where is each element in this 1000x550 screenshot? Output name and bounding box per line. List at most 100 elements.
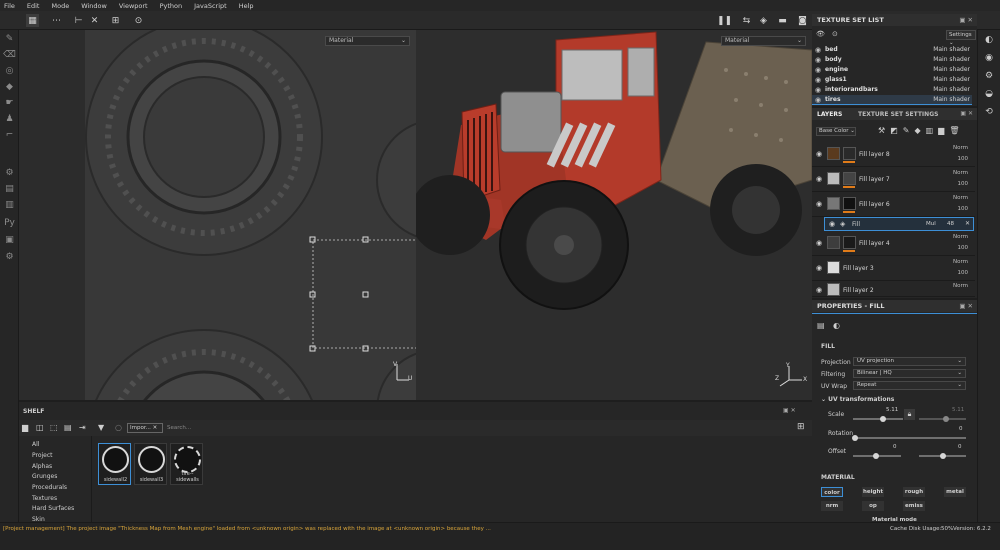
channel-rough-button[interactable]: rough bbox=[903, 487, 925, 497]
wand-icon[interactable]: ✕ bbox=[88, 14, 101, 27]
texture-set-row[interactable]: ◉ glass1 Main shader bbox=[812, 75, 972, 85]
layer-blend-mode[interactable]: Norm bbox=[953, 234, 968, 240]
uvwrap-select[interactable]: Repeat ⌄ bbox=[853, 381, 966, 390]
shelf-category-procedurals[interactable]: Procedurals bbox=[32, 484, 67, 491]
eye-icon[interactable]: ◉ bbox=[816, 239, 822, 247]
add-layer-icon[interactable]: ▥ bbox=[926, 126, 939, 135]
shelf-category-project[interactable]: Project bbox=[32, 452, 53, 459]
document-icon[interactable]: ▣ bbox=[3, 233, 16, 246]
shelf-item[interactable]: sidewall2 bbox=[98, 443, 131, 485]
grid-view-icon[interactable]: ⊞ bbox=[797, 422, 805, 432]
history-icon[interactable]: ⟲ bbox=[983, 107, 995, 119]
viewport-2d[interactable]: Material ⌄ V U bbox=[19, 30, 416, 400]
layer-name[interactable]: Fill layer 8 bbox=[859, 151, 890, 158]
layers-icon[interactable]: ◉ bbox=[983, 53, 995, 65]
layer-opacity[interactable]: 48 bbox=[947, 221, 954, 227]
eye-icon[interactable]: ◉ bbox=[815, 75, 821, 85]
cube-icon[interactable]: ◈ bbox=[757, 14, 770, 27]
eye-icon[interactable]: 👁︎ bbox=[816, 30, 825, 38]
shelf-category-all[interactable]: All bbox=[32, 441, 39, 448]
eye-icon[interactable]: ◉ bbox=[816, 286, 822, 294]
eye-icon[interactable]: ◉ bbox=[816, 264, 822, 272]
color-picker-icon[interactable]: ⌐ bbox=[3, 128, 16, 141]
texture-set-settings-button[interactable]: Settings ⌄ bbox=[946, 30, 976, 46]
eye-icon[interactable]: ◉ bbox=[815, 45, 821, 55]
eye-icon[interactable]: ◉ bbox=[816, 175, 822, 183]
layer-row[interactable]: ◉ Fill layer 8 Norm 100 bbox=[812, 143, 975, 167]
export-icon[interactable]: ⇥ bbox=[79, 423, 86, 432]
plugin-icon[interactable]: ⚙ bbox=[3, 250, 16, 263]
texture-set-shader[interactable]: Main shader bbox=[933, 95, 970, 105]
viewport-3d[interactable]: Material ⌄ Z Y X bbox=[416, 30, 812, 400]
clone-icon[interactable]: ♟ bbox=[3, 112, 16, 125]
rotation-slider[interactable] bbox=[853, 437, 966, 439]
close-icon[interactable]: ✕ bbox=[965, 220, 970, 227]
eye-icon[interactable]: ◉ bbox=[815, 95, 821, 105]
layers-side-icon[interactable]: ▤ bbox=[3, 182, 16, 195]
layer-name[interactable]: Fill layer 7 bbox=[859, 176, 890, 183]
viewport-2d-channel-select[interactable]: Material ⌄ bbox=[325, 36, 410, 46]
tab-texture-set-settings[interactable]: TEXTURE SET SETTINGS bbox=[858, 111, 938, 118]
texture-set-row[interactable]: ◉ body Main shader bbox=[812, 55, 972, 65]
circle-icon[interactable]: ○ bbox=[115, 423, 122, 432]
shelf-category-grunges[interactable]: Grunges bbox=[32, 473, 57, 480]
eye-icon[interactable]: ◉ bbox=[829, 220, 835, 228]
layer-name[interactable]: Fill layer 3 bbox=[843, 265, 874, 272]
channel-select[interactable]: Base Color ⌄ bbox=[816, 127, 856, 136]
smudge-icon[interactable]: ☛ bbox=[3, 96, 16, 109]
tab-layers[interactable]: LAYERS bbox=[817, 111, 842, 118]
close-icon[interactable]: ▣ ✕ bbox=[959, 300, 973, 312]
texture-set-shader[interactable]: Main shader bbox=[933, 55, 970, 65]
grid-dots-icon[interactable]: ⋯ bbox=[50, 14, 63, 27]
menu-file[interactable]: File bbox=[4, 2, 15, 10]
layer-row[interactable]: ◉ Fill layer 2 Norm bbox=[812, 281, 975, 297]
settings-icon[interactable]: ⚙ bbox=[3, 166, 16, 179]
texture-set-row[interactable]: ◉ interiorandbars Main shader bbox=[812, 85, 972, 95]
layer-blend-mode[interactable]: Norm bbox=[953, 283, 968, 289]
shelf-category-textures[interactable]: Textures bbox=[32, 495, 57, 502]
layer-effect-row-selected[interactable]: ◉ ◈ Fill Mul 48 ✕ bbox=[824, 217, 974, 231]
eye-icon[interactable]: ◉ bbox=[815, 55, 821, 65]
layer-opacity[interactable]: 100 bbox=[958, 206, 969, 212]
texture-set-row-selected[interactable]: ◉ tires Main shader bbox=[812, 95, 972, 105]
camera-reset-icon[interactable]: ⊙ bbox=[132, 14, 145, 27]
grid-icon[interactable]: ▦ bbox=[26, 14, 39, 27]
rotation-slider-knob[interactable] bbox=[852, 435, 858, 441]
scale-slider-x[interactable] bbox=[853, 418, 903, 420]
eraser-icon[interactable]: ⌫ bbox=[3, 48, 16, 61]
material-sphere-icon[interactable]: ◐ bbox=[833, 321, 840, 330]
channel-op-button[interactable]: op bbox=[862, 501, 884, 511]
scale-slider-y-knob[interactable] bbox=[943, 416, 949, 422]
layer-blend-mode[interactable]: Mul bbox=[926, 221, 936, 227]
texture-set-shader[interactable]: Main shader bbox=[933, 75, 970, 85]
visibility-icon[interactable]: ⊙ bbox=[832, 30, 838, 38]
add-folder-icon[interactable]: ▆ bbox=[938, 126, 949, 135]
polygon-fill-icon[interactable]: ◆ bbox=[3, 80, 16, 93]
new-folder-icon[interactable]: ◫ bbox=[36, 423, 44, 432]
list-view-icon[interactable]: ▤ bbox=[64, 423, 72, 432]
screenshot-icon[interactable]: ◙ bbox=[796, 14, 809, 27]
layer-opacity[interactable]: 100 bbox=[958, 156, 969, 162]
layer-blend-mode[interactable]: Norm bbox=[953, 170, 968, 176]
eye-icon[interactable]: ◉ bbox=[816, 200, 822, 208]
shelf-category-alphas[interactable]: Alphas bbox=[32, 463, 52, 470]
split-view-icon[interactable]: ⇆ bbox=[740, 14, 753, 27]
channel-metal-button[interactable]: metal bbox=[944, 487, 966, 497]
texture-set-row[interactable]: ◉ bed Main shader bbox=[812, 45, 972, 55]
layer-opacity[interactable]: 100 bbox=[958, 181, 969, 187]
close-icon[interactable]: ▣ ✕ bbox=[783, 407, 796, 414]
texture-set-row[interactable]: ◉ engine Main shader bbox=[812, 65, 972, 75]
menu-help[interactable]: Help bbox=[239, 2, 254, 10]
add-icon[interactable]: ⊞ bbox=[109, 14, 122, 27]
filter-tag[interactable]: Impor... ✕ bbox=[127, 423, 163, 433]
menu-edit[interactable]: Edit bbox=[27, 2, 40, 10]
display-settings-icon[interactable]: ▬ bbox=[776, 14, 789, 27]
bake-icon[interactable]: ◒ bbox=[983, 89, 995, 101]
scale-slider-x-knob[interactable] bbox=[880, 416, 886, 422]
shelf-item[interactable]: tire--sidewalls bbox=[170, 443, 203, 485]
lock-icon[interactable]: 🔒︎ bbox=[904, 409, 915, 420]
menu-python[interactable]: Python bbox=[160, 2, 183, 10]
close-icon[interactable]: ▣ ✕ bbox=[960, 110, 973, 117]
filter-icon[interactable]: ▼ bbox=[98, 423, 104, 432]
uv-transformations-header[interactable]: ⌄ UV transformations bbox=[821, 396, 894, 403]
